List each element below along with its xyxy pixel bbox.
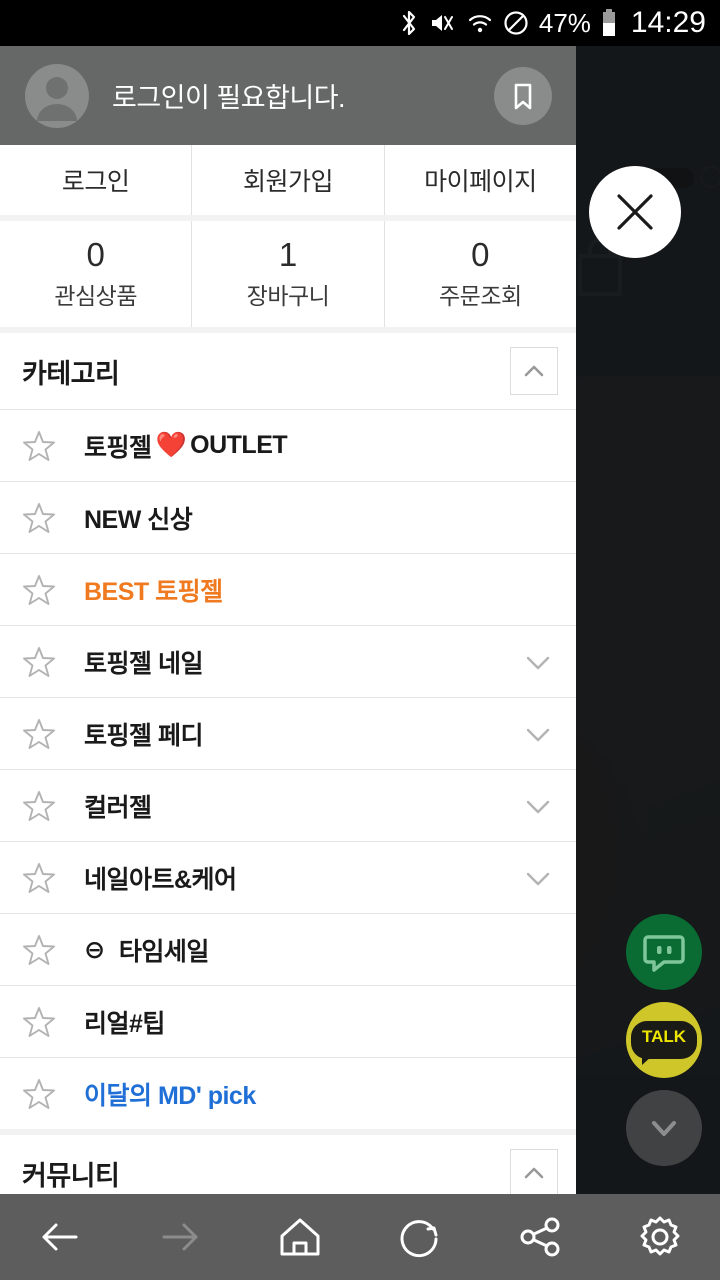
tab-mypage[interactable]: 마이페이지: [385, 145, 576, 215]
star-icon[interactable]: [22, 573, 56, 607]
category-collapse-button[interactable]: [510, 347, 558, 395]
list-item-label: 토핑젤 네일: [84, 649, 203, 678]
community-section-header: 커뮤니티: [0, 1135, 576, 1194]
close-drawer-button[interactable]: [589, 166, 681, 258]
list-item-text: 타임세일: [118, 937, 210, 966]
tab-login[interactable]: 로그인: [0, 145, 193, 215]
orders-count: 0: [471, 235, 490, 273]
status-clock: 14:29: [630, 6, 706, 39]
chat-bubble-icon: [643, 935, 685, 972]
star-icon[interactable]: [22, 789, 56, 823]
list-item-label: BEST 토핑젤: [84, 577, 223, 606]
list-item-text: 토핑젤: [84, 433, 152, 462]
star-icon[interactable]: [22, 861, 56, 895]
stat-cart[interactable]: 1 장바구니: [192, 221, 385, 327]
stat-orders[interactable]: 0 주문조회: [385, 221, 576, 327]
chevron-down-icon[interactable]: [518, 858, 558, 898]
naver-talk-button[interactable]: [626, 914, 702, 990]
list-item[interactable]: 토핑젤 네일: [0, 625, 576, 697]
bookmark-icon: [514, 83, 532, 109]
list-item[interactable]: 토핑젤 ❤️ OUTLET: [0, 409, 576, 481]
list-item[interactable]: 네일아트&케어: [0, 841, 576, 913]
arrow-left-icon: [42, 1223, 78, 1251]
kakao-talk-label: TALK: [630, 1021, 698, 1065]
list-item-label: NEW 신상: [84, 505, 193, 534]
star-icon[interactable]: [22, 645, 56, 679]
tab-signup[interactable]: 회원가입: [192, 145, 385, 215]
battery-icon: [601, 8, 617, 38]
close-x-icon: [617, 194, 653, 230]
star-icon[interactable]: [22, 1077, 56, 1111]
heart-icon: ❤️: [155, 431, 187, 459]
battery-percent-label: 47%: [538, 8, 591, 38]
category-section-header: 카테고리: [0, 333, 576, 409]
wifi-icon: [467, 10, 493, 36]
refresh-icon: [400, 1220, 438, 1258]
chevron-down-icon[interactable]: [518, 642, 558, 682]
star-icon[interactable]: [22, 717, 56, 751]
drawer-header: 로그인이 필요합니다.: [0, 46, 576, 145]
home-icon: [280, 1218, 320, 1256]
community-collapse-button[interactable]: [510, 1149, 558, 1194]
login-required-message: 로그인이 필요합니다.: [112, 83, 346, 113]
chevron-up-icon: [524, 365, 544, 377]
share-icon: [520, 1217, 560, 1257]
back-button[interactable]: [0, 1209, 120, 1265]
list-item-label: 토핑젤 ❤️ OUTLET: [84, 428, 558, 464]
list-item-label: ⊖ 타임세일: [84, 932, 558, 968]
forward-button[interactable]: [120, 1209, 240, 1265]
list-item[interactable]: 리얼#팁: [0, 985, 576, 1057]
chevron-up-icon: [524, 1167, 544, 1179]
star-icon[interactable]: [22, 429, 56, 463]
category-section-title: 카테고리: [22, 358, 120, 389]
list-item[interactable]: 이달의 MD' pick: [0, 1057, 576, 1129]
list-item-label: 리얼#팁: [84, 1009, 165, 1038]
android-status-bar: 47% 14:29: [0, 0, 720, 46]
list-item-label: 네일아트&케어: [84, 865, 237, 894]
wishlist-count: 0: [86, 235, 105, 273]
list-item[interactable]: 컬러젤: [0, 769, 576, 841]
community-section-title: 커뮤니티: [22, 1160, 120, 1191]
browser-bottom-nav: [0, 1194, 720, 1280]
cart-count: 1: [278, 235, 298, 273]
chevron-down-icon[interactable]: [518, 714, 558, 754]
bluetooth-icon: [399, 8, 419, 38]
list-item[interactable]: ⊖ 타임세일: [0, 913, 576, 985]
list-item-label: 토핑젤 페디: [84, 721, 203, 750]
list-item[interactable]: 토핑젤 페디: [0, 697, 576, 769]
side-drawer-menu: 로그인이 필요합니다. 로그인 회원가입 마이페이지 0 관심상품 1 장바구니…: [0, 46, 576, 1194]
home-button[interactable]: [240, 1209, 360, 1265]
sound-mute-icon: [429, 10, 457, 36]
account-tab-row: 로그인 회원가입 마이페이지: [0, 145, 576, 215]
settings-button[interactable]: [600, 1209, 720, 1265]
list-item-label: 이달의 MD' pick: [84, 1081, 256, 1110]
star-icon[interactable]: [22, 501, 56, 535]
account-stats-row: 0 관심상품 1 장바구니 0 주문조회: [0, 221, 576, 327]
kakao-talk-button[interactable]: TALK: [626, 1002, 702, 1078]
circle-minus-icon: ⊖: [84, 935, 105, 964]
stat-wishlist[interactable]: 0 관심상품: [0, 221, 193, 327]
gear-icon: [640, 1216, 680, 1256]
share-button[interactable]: [480, 1209, 600, 1265]
star-icon[interactable]: [22, 1005, 56, 1039]
cart-label: 장바구니: [246, 282, 330, 309]
list-item[interactable]: BEST 토핑젤: [0, 553, 576, 625]
list-item-label: 컬러젤: [84, 793, 152, 822]
wishlist-label: 관심상품: [54, 282, 137, 309]
chevron-down-icon: [652, 1121, 676, 1136]
user-avatar-icon[interactable]: [24, 63, 90, 129]
list-item-suffix: OUTLET: [190, 431, 288, 459]
do-not-disturb-icon: [503, 10, 529, 36]
list-item[interactable]: NEW 신상: [0, 481, 576, 553]
orders-label: 주문조회: [439, 282, 522, 309]
chevron-down-icon[interactable]: [518, 786, 558, 826]
refresh-button[interactable]: [360, 1209, 480, 1265]
bookmark-button[interactable]: [494, 66, 552, 125]
scroll-down-button[interactable]: [626, 1090, 702, 1166]
star-icon[interactable]: [22, 933, 56, 967]
arrow-right-icon: [162, 1223, 198, 1251]
